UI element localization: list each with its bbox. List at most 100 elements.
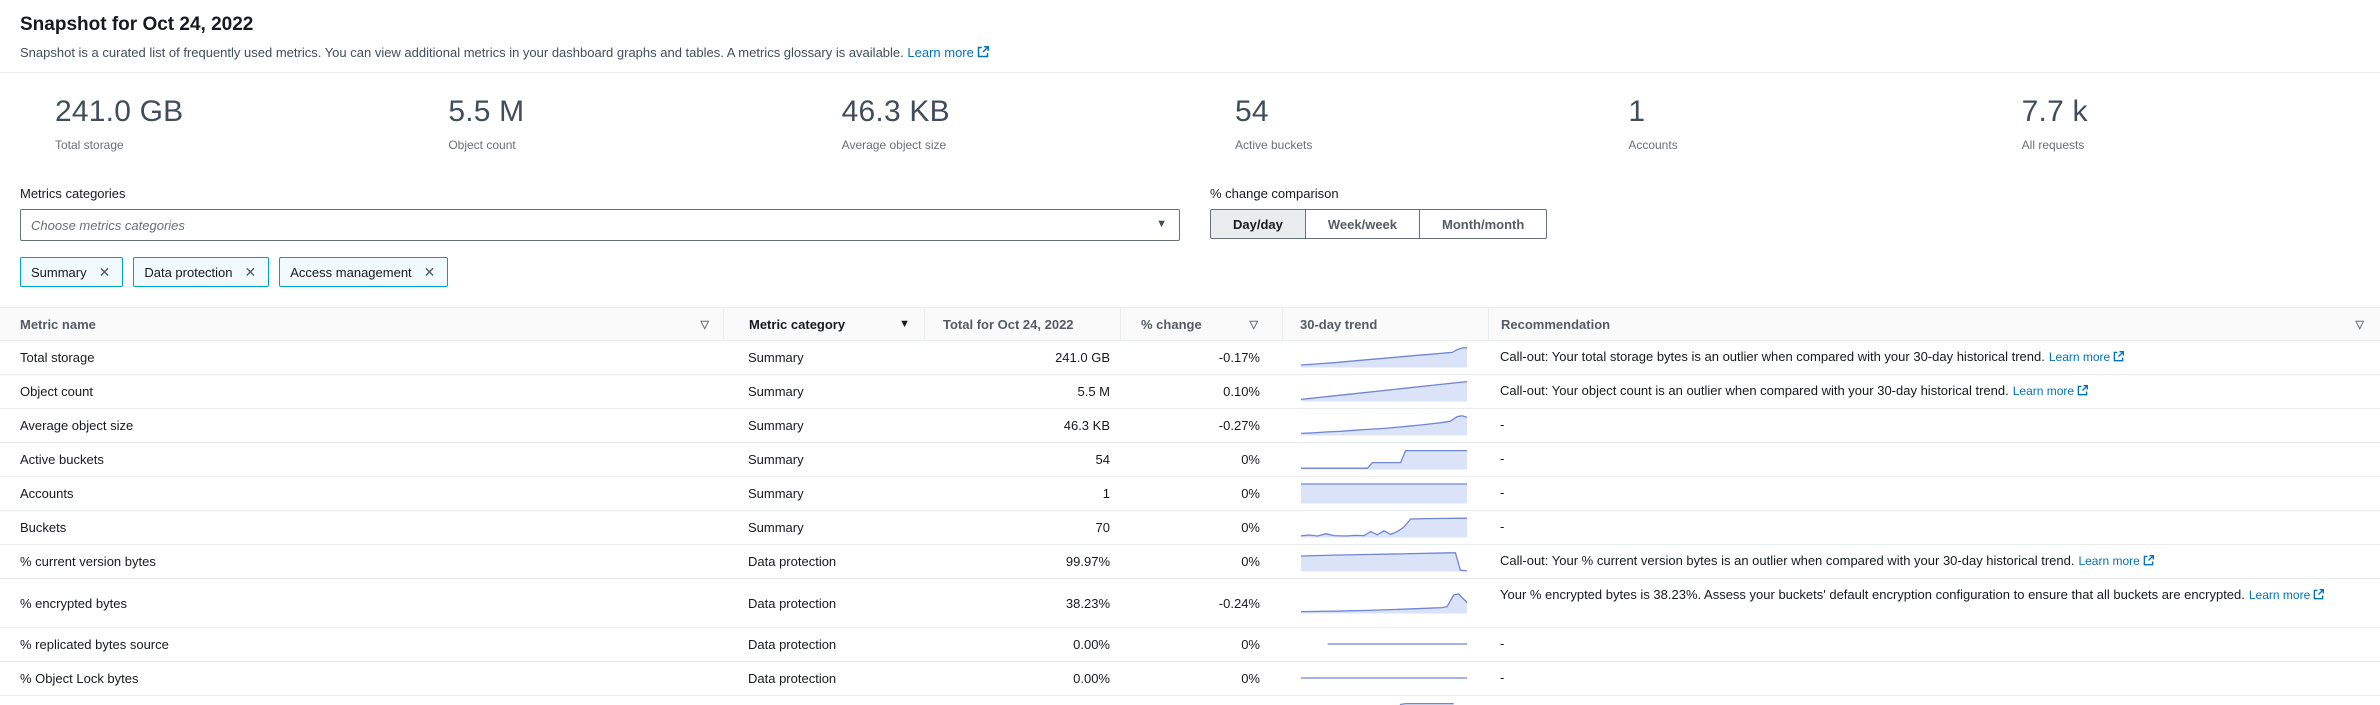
cell-total: 5.5 M [924, 375, 1120, 408]
column-label: Recommendation [1501, 317, 1610, 332]
column-header-change: % change ▽ [1120, 308, 1282, 340]
column-header-metric-category[interactable]: Metric category ▼ [723, 308, 924, 340]
metric-value: 7.7 k [2022, 95, 2380, 129]
cell-trend [1282, 477, 1488, 510]
column-header-metric-name: Metric name ▽ [0, 308, 723, 340]
summary-metrics-row: 241.0 GB Total storage 5.5 M Object coun… [0, 73, 2380, 172]
close-icon[interactable]: ✕ [243, 263, 259, 281]
metrics-categories-select[interactable]: Choose metrics categories ▼ [20, 209, 1180, 241]
cell-metric-category: Summary [723, 375, 924, 408]
cell-metric-category: Access management [723, 696, 924, 705]
cell-recommendation: - [1488, 628, 2380, 661]
cell-metric-name: Accounts [0, 477, 723, 510]
cell-recommendation: Call-out: Your object count is an outlie… [1488, 375, 2380, 408]
table-row: Active buckets Summary 54 0% - [0, 443, 2380, 477]
column-label: 30-day trend [1300, 317, 1377, 332]
glossary-learn-more-link[interactable]: Learn more [907, 45, 988, 60]
recommendation-learn-more-link[interactable]: Learn more [2249, 588, 2324, 602]
cell-metric-category: Summary [723, 341, 924, 374]
cell-metric-name: Buckets [0, 511, 723, 544]
table-header-row: Metric name ▽ Metric category ▼ Total fo… [0, 307, 2380, 341]
table-row: Buckets Summary 70 0% - [0, 511, 2380, 545]
external-link-icon [2313, 589, 2324, 600]
metric-value: 241.0 GB [55, 95, 413, 129]
metric-label: Object count [448, 138, 806, 152]
change-comparison-field: % change comparison Day/day Week/week Mo… [1210, 186, 1547, 241]
cell-total: 0.00% [924, 628, 1120, 661]
column-label: % change [1141, 317, 1202, 332]
recommendation-text: Call-out: Your total storage bytes is an… [1500, 349, 2045, 364]
metric-total-storage: 241.0 GB Total storage [20, 95, 413, 152]
external-link-icon [2143, 555, 2154, 566]
filter-icon[interactable]: ▽ [2356, 318, 2364, 331]
column-header-trend: 30-day trend [1282, 308, 1488, 340]
sort-descending-icon[interactable]: ▼ [899, 318, 910, 330]
trend-sparkline [1299, 513, 1469, 542]
cell-metric-name: % Object Lock bytes [0, 662, 723, 695]
cell-change: 0% [1120, 443, 1282, 476]
table-row: Accounts Summary 1 0% - [0, 477, 2380, 511]
segment-month-month[interactable]: Month/month [1420, 209, 1547, 239]
cell-total: 1 [924, 477, 1120, 510]
cell-trend [1282, 628, 1488, 661]
table-row: % Object Lock bytes Data protection 0.00… [0, 662, 2380, 696]
cell-change: 0% [1120, 545, 1282, 578]
cell-recommendation: - [1488, 477, 2380, 510]
segment-week-week[interactable]: Week/week [1306, 209, 1420, 239]
page-header: Snapshot for Oct 24, 2022 Snapshot is a … [0, 0, 2380, 72]
cell-recommendation: - [1488, 696, 2380, 705]
trend-sparkline [1299, 547, 1469, 576]
cell-metric-category: Data protection [723, 628, 924, 661]
close-icon[interactable]: ✕ [422, 263, 438, 281]
cell-metric-name: % current version bytes [0, 545, 723, 578]
cell-change: 0% [1120, 628, 1282, 661]
metric-label: Total storage [55, 138, 413, 152]
trend-sparkline [1299, 589, 1469, 618]
cell-metric-category: Data protection [723, 662, 924, 695]
trend-sparkline [1299, 479, 1469, 508]
trend-sparkline [1299, 343, 1469, 372]
recommendation-text: - [1500, 670, 1504, 685]
metric-label: Average object size [842, 138, 1200, 152]
cell-metric-name: Total storage [0, 341, 723, 374]
column-header-recommendation: Recommendation ▽ [1488, 308, 2380, 340]
cell-change: 0% [1120, 696, 1282, 705]
cell-trend [1282, 662, 1488, 695]
metric-object-count: 5.5 M Object count [413, 95, 806, 152]
external-link-icon [2077, 385, 2088, 396]
cell-change: 0% [1120, 511, 1282, 544]
metrics-categories-field: Metrics categories Choose metrics catego… [20, 186, 1180, 241]
cell-trend [1282, 409, 1488, 442]
cell-metric-name: Object count [0, 375, 723, 408]
cell-metric-name: Average object size [0, 409, 723, 442]
filter-icon[interactable]: ▽ [1250, 318, 1258, 331]
filter-icon[interactable]: ▽ [701, 318, 709, 331]
external-link-icon [2113, 351, 2124, 362]
table-row: % current version bytes Data protection … [0, 545, 2380, 579]
external-link-icon [977, 46, 989, 58]
metric-label: Active buckets [1235, 138, 1593, 152]
cell-change: -0.24% [1120, 579, 1282, 627]
cell-metric-category: Data protection [723, 579, 924, 627]
cell-total: 12.86% [924, 696, 1120, 705]
learn-more-label: Learn more [907, 45, 973, 60]
recommendation-learn-more-link[interactable]: Learn more [2013, 384, 2088, 398]
cell-metric-category: Data protection [723, 545, 924, 578]
cell-trend [1282, 696, 1488, 705]
table-row: Object count Summary 5.5 M 0.10% Call-ou… [0, 375, 2380, 409]
recommendation-learn-more-link[interactable]: Learn more [2078, 554, 2153, 568]
segment-day-day[interactable]: Day/day [1210, 209, 1306, 239]
recommendation-learn-more-link[interactable]: Learn more [2049, 350, 2124, 364]
token-access-management: Access management ✕ [279, 257, 448, 287]
metric-value: 5.5 M [448, 95, 806, 129]
recommendation-text: Your % encrypted bytes is 38.23%. Assess… [1500, 587, 2245, 602]
close-icon[interactable]: ✕ [97, 263, 113, 281]
cell-metric-category: Summary [723, 409, 924, 442]
recommendation-text: Call-out: Your % current version bytes i… [1500, 553, 2074, 568]
metric-label: Accounts [1628, 138, 1986, 152]
table-row: Average object size Summary 46.3 KB -0.2… [0, 409, 2380, 443]
cell-recommendation: - [1488, 443, 2380, 476]
trend-sparkline [1299, 377, 1469, 406]
cell-change: 0% [1120, 477, 1282, 510]
recommendation-text: Call-out: Your object count is an outlie… [1500, 383, 2009, 398]
